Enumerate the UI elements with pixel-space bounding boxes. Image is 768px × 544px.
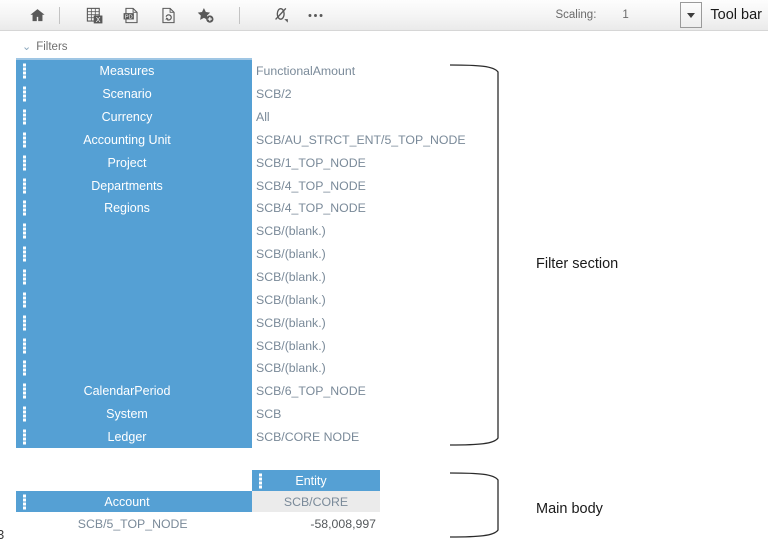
filter-row[interactable]: Measures [16, 60, 252, 83]
drag-handle-icon[interactable] [23, 87, 26, 102]
more-options-icon[interactable] [300, 2, 330, 28]
drag-handle-icon[interactable] [23, 201, 26, 216]
filter-value[interactable]: SCB/1_TOP_NODE [256, 151, 446, 174]
filter-value[interactable]: SCB/(blank.) [256, 334, 446, 357]
filter-value[interactable]: SCB/6_TOP_NODE [256, 380, 446, 403]
filter-row[interactable]: Currency [16, 106, 252, 129]
filter-value[interactable]: SCB/(blank.) [256, 288, 446, 311]
filter-value[interactable]: SCB/4_TOP_NODE [256, 197, 446, 220]
entity-column-header-label: Entity [252, 474, 380, 488]
filter-value[interactable]: SCB [256, 403, 446, 426]
filter-dimension-label: Scenario [16, 87, 252, 101]
filter-row[interactable] [16, 243, 252, 266]
clear-filter-icon[interactable] [266, 2, 296, 28]
filter-row[interactable]: System [16, 403, 252, 426]
filter-row[interactable] [16, 334, 252, 357]
filter-row[interactable]: Accounting Unit [16, 129, 252, 152]
main-body-brace [448, 470, 508, 540]
filter-value[interactable]: SCB/AU_STRCT_ENT/5_TOP_NODE [256, 129, 446, 152]
drag-handle-icon[interactable] [23, 224, 26, 239]
filter-dimension-label: System [16, 407, 252, 421]
account-member-label: SCB/5_TOP_NODE [16, 517, 249, 531]
filter-row[interactable] [16, 266, 252, 289]
filter-value-list: FunctionalAmountSCB/2AllSCB/AU_STRCT_ENT… [256, 60, 446, 448]
account-row-header-label: Account [16, 495, 252, 509]
filter-row[interactable] [16, 311, 252, 334]
filter-dimension-label: CalendarPeriod [16, 384, 252, 398]
drag-handle-icon[interactable] [23, 270, 26, 285]
drag-handle-icon[interactable] [259, 473, 262, 488]
home-icon[interactable] [22, 2, 52, 28]
drag-handle-icon[interactable] [23, 407, 26, 422]
export-excel-icon[interactable]: X [79, 2, 109, 28]
entity-column-member[interactable]: SCB/CORE [252, 491, 380, 512]
drag-handle-icon[interactable] [23, 361, 26, 376]
drag-handle-icon[interactable] [23, 155, 26, 170]
filter-row[interactable]: Project [16, 151, 252, 174]
scaling-dropdown-button[interactable] [680, 2, 702, 28]
filter-value[interactable]: FunctionalAmount [256, 60, 446, 83]
filter-value[interactable]: SCB/(blank.) [256, 220, 446, 243]
filter-row[interactable]: Scenario [16, 83, 252, 106]
filter-row[interactable] [16, 288, 252, 311]
filter-dimension-label: Regions [16, 201, 252, 215]
filters-section-header[interactable]: ⌄ Filters [22, 41, 68, 53]
table-row[interactable]: SCB/5_TOP_NODE -58,008,997 [16, 512, 380, 536]
drag-handle-icon[interactable] [23, 110, 26, 125]
scaling-value[interactable]: 1 [622, 9, 680, 21]
chevron-down-icon [687, 13, 695, 18]
filter-dimension-label: Accounting Unit [16, 133, 252, 147]
filters-header-label: Filters [36, 41, 67, 53]
drag-handle-icon[interactable] [23, 494, 26, 509]
drag-handle-icon[interactable] [23, 132, 26, 147]
filter-label-panel: Measures Scenario Currency Accounting Unit P… [16, 60, 252, 448]
filter-value[interactable]: SCB/(blank.) [256, 266, 446, 289]
export-pdf-icon[interactable]: PD [116, 2, 146, 28]
filter-row[interactable]: Ledger [16, 426, 252, 449]
filter-row[interactable]: Departments [16, 174, 252, 197]
filter-dimension-label: Currency [16, 110, 252, 124]
svg-text:PD: PD [124, 14, 132, 20]
svg-text:X: X [95, 15, 100, 23]
account-row-header[interactable]: Account [16, 491, 252, 512]
filter-value[interactable]: SCB/(blank.) [256, 357, 446, 380]
filter-section-brace [448, 62, 508, 448]
toolbar-divider-2 [239, 7, 240, 24]
scaling-label: Scaling: [555, 9, 596, 21]
filter-dimension-label: Departments [16, 179, 252, 193]
chevron-down-icon: ⌄ [22, 42, 31, 53]
filter-row[interactable] [16, 220, 252, 243]
drag-handle-icon[interactable] [23, 247, 26, 262]
toolbar-annotation-label: Tool bar [710, 7, 768, 23]
main-body-annotation-label: Main body [536, 501, 603, 517]
drag-handle-icon[interactable] [23, 178, 26, 193]
filter-value[interactable]: All [256, 106, 446, 129]
drag-handle-icon[interactable] [23, 384, 26, 399]
drag-handle-icon[interactable] [23, 315, 26, 330]
measure-cell-value: -58,008,997 [249, 517, 380, 531]
filter-row[interactable]: Regions [16, 197, 252, 220]
drag-handle-icon[interactable] [23, 64, 26, 79]
tool-bar: X PD [0, 0, 768, 31]
filter-value[interactable]: SCB/(blank.) [256, 311, 446, 334]
toolbar-spacer-left [7, 7, 15, 24]
filter-row[interactable]: CalendarPeriod [16, 380, 252, 403]
entity-column-header[interactable]: Entity [252, 470, 380, 491]
filter-row[interactable] [16, 357, 252, 380]
cut-off-character: 3 [0, 527, 4, 542]
add-favorite-icon[interactable] [190, 2, 220, 28]
drag-handle-icon[interactable] [23, 429, 26, 444]
filter-value[interactable]: SCB/(blank.) [256, 243, 446, 266]
drag-handle-icon[interactable] [23, 338, 26, 353]
filter-dimension-label: Measures [16, 64, 252, 78]
filter-value[interactable]: SCB/CORE NODE [256, 426, 446, 449]
filter-section-annotation-label: Filter section [536, 256, 618, 272]
toolbar-divider-1 [59, 7, 60, 24]
filter-value[interactable]: SCB/4_TOP_NODE [256, 174, 446, 197]
export-file-refresh-icon[interactable] [153, 2, 183, 28]
filter-dimension-label: Ledger [16, 430, 252, 444]
filter-value[interactable]: SCB/2 [256, 83, 446, 106]
drag-handle-icon[interactable] [23, 292, 26, 307]
filter-dimension-label: Project [16, 156, 252, 170]
